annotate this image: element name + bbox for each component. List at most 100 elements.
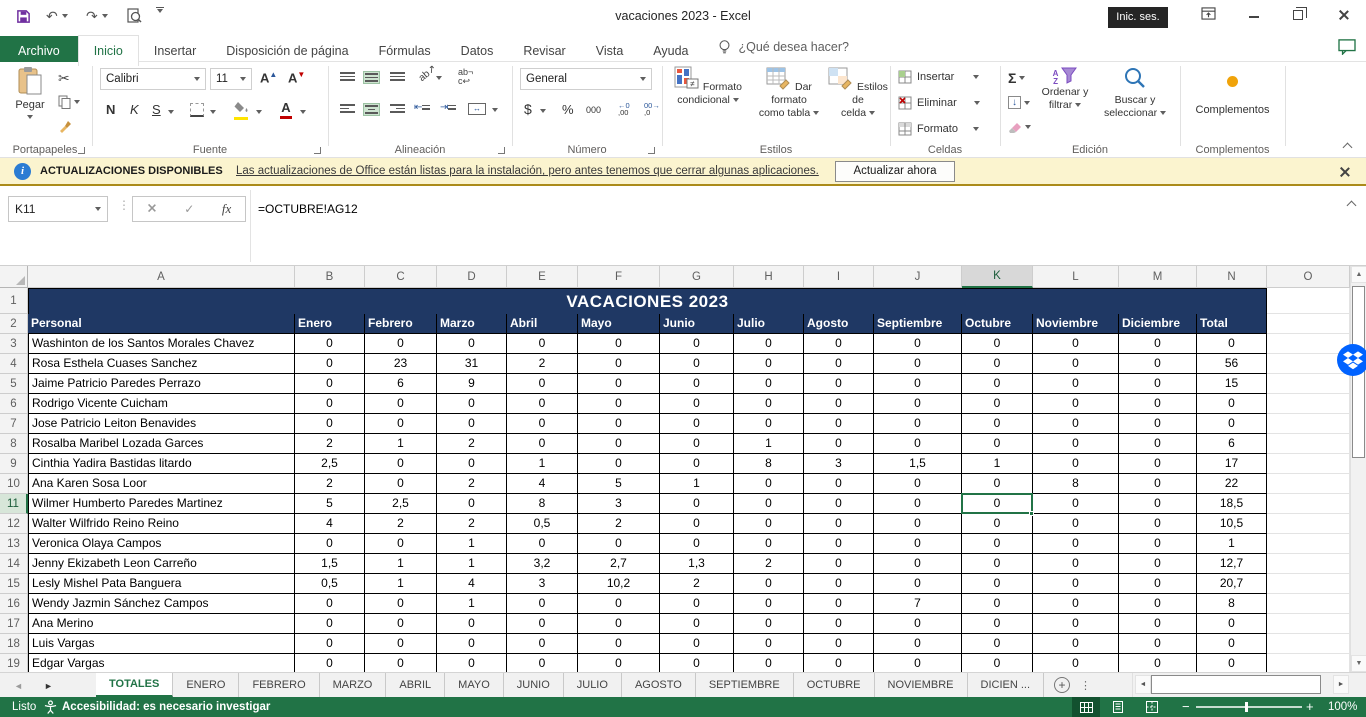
cell-name[interactable]: Washinton de los Santos Morales Chavez — [28, 334, 295, 354]
column-header-I[interactable]: I — [804, 266, 874, 288]
cell-value[interactable]: 0 — [804, 594, 874, 614]
sheet-tab-options-icon[interactable]: ⋮ — [1080, 679, 1091, 692]
cell-value[interactable]: 0 — [437, 414, 507, 434]
cell-value[interactable]: 0 — [962, 374, 1033, 394]
row-header-15[interactable]: 15 — [0, 574, 28, 594]
cell[interactable] — [1267, 534, 1350, 554]
cell-value[interactable]: 0 — [804, 374, 874, 394]
cell-value[interactable]: 0 — [437, 454, 507, 474]
cell-value[interactable]: 3 — [507, 574, 578, 594]
cell-value[interactable]: 0 — [1119, 434, 1197, 454]
cell-value[interactable]: 0 — [437, 394, 507, 414]
cell-value[interactable]: 0 — [1033, 414, 1119, 434]
cell-value[interactable]: 2 — [365, 514, 437, 534]
cell-value[interactable]: 8 — [1197, 594, 1267, 614]
cell-value[interactable]: 0 — [734, 514, 804, 534]
sheet-tab-enero[interactable]: ENERO — [173, 673, 239, 697]
shrink-font-button[interactable]: A▼ — [288, 70, 305, 85]
row-header-3[interactable]: 3 — [0, 334, 28, 354]
row-header-1[interactable]: 1 — [0, 288, 28, 314]
cell[interactable] — [1267, 414, 1350, 434]
row-header-6[interactable]: 6 — [0, 394, 28, 414]
collapse-ribbon-button[interactable] — [1343, 143, 1353, 153]
cell-value[interactable]: 10,5 — [1197, 514, 1267, 534]
column-header-D[interactable]: D — [437, 266, 507, 288]
cell-value[interactable]: 2 — [437, 514, 507, 534]
cell-value[interactable]: 31 — [437, 354, 507, 374]
cell-value[interactable]: 0 — [874, 614, 962, 634]
cell-name[interactable]: Wilmer Humberto Paredes Martinez — [28, 494, 295, 514]
merge-center-button[interactable]: ↔ — [468, 103, 486, 115]
cell-value[interactable]: 0 — [962, 354, 1033, 374]
tell-me-search[interactable]: ¿Qué desea hacer? — [704, 32, 850, 62]
sign-in-button[interactable]: Inic. ses. — [1108, 7, 1168, 28]
cell-value[interactable]: 0 — [1119, 414, 1197, 434]
sheet-tab-totales[interactable]: TOTALES — [96, 673, 173, 697]
cell-value[interactable]: 0 — [962, 474, 1033, 494]
cell-value[interactable]: 0 — [874, 414, 962, 434]
conditional-formatting-button[interactable]: ≠ Formato condicional — [666, 66, 750, 107]
column-header-K[interactable]: K — [962, 266, 1033, 288]
borders-dropdown-icon[interactable] — [210, 110, 216, 114]
cell-value[interactable]: 0 — [660, 634, 734, 654]
cell-value[interactable]: 0 — [804, 434, 874, 454]
decrease-decimal-button[interactable]: 00→,0 — [644, 102, 660, 116]
cell-name[interactable]: Walter Wilfrido Reino Reino — [28, 514, 295, 534]
underline-button[interactable]: S — [152, 102, 161, 117]
cell-value[interactable]: 0 — [1119, 374, 1197, 394]
cell-value[interactable]: 0 — [295, 594, 365, 614]
row-header-10[interactable]: 10 — [0, 474, 28, 494]
cell-name[interactable]: Edgar Vargas — [28, 654, 295, 672]
cell-value[interactable]: 0 — [1197, 614, 1267, 634]
cell-value[interactable]: 3,2 — [507, 554, 578, 574]
cell-name[interactable]: Rosalba Maribel Lozada Garces — [28, 434, 295, 454]
cell-value[interactable]: 0 — [1197, 334, 1267, 354]
cell-value[interactable]: 0 — [365, 534, 437, 554]
cell-value[interactable]: 0 — [660, 514, 734, 534]
cell-value[interactable]: 0 — [962, 414, 1033, 434]
cell-value[interactable]: 2 — [660, 574, 734, 594]
percent-format-button[interactable]: % — [562, 102, 574, 117]
cell-value[interactable]: 0 — [365, 334, 437, 354]
cell[interactable] — [1267, 288, 1350, 314]
cell-value[interactable]: 9 — [437, 374, 507, 394]
zoom-slider-track[interactable] — [1196, 706, 1302, 708]
cell-value[interactable]: 10,2 — [578, 574, 660, 594]
cell-value[interactable]: 0 — [1033, 514, 1119, 534]
column-header-A[interactable]: A — [28, 266, 295, 288]
cell-styles-button[interactable]: Estilos de celda — [828, 66, 888, 120]
fill-handle[interactable] — [1029, 511, 1034, 516]
increase-decimal-button[interactable]: ←0,00 — [618, 102, 630, 116]
cell-value[interactable]: 0 — [1119, 574, 1197, 594]
select-all-button[interactable] — [0, 266, 28, 288]
cell-value[interactable]: 0 — [734, 414, 804, 434]
row-header-12[interactable]: 12 — [0, 514, 28, 534]
vertical-scrollbar[interactable]: ▲ ▼ — [1350, 266, 1366, 672]
row-header-5[interactable]: 5 — [0, 374, 28, 394]
paste-button[interactable]: Pegar — [8, 66, 52, 123]
cell-value[interactable]: 2 — [734, 554, 804, 574]
cell-name[interactable]: Lesly Mishel Pata Banguera — [28, 574, 295, 594]
cell-value[interactable]: 0 — [1119, 594, 1197, 614]
cell-value[interactable]: 1 — [365, 574, 437, 594]
cell-value[interactable]: 23 — [365, 354, 437, 374]
cell-value[interactable]: 0,5 — [507, 514, 578, 534]
print-preview-button[interactable] — [126, 7, 142, 25]
cell-value[interactable]: 0 — [874, 374, 962, 394]
cell[interactable] — [1267, 334, 1350, 354]
cell-value[interactable]: 0 — [804, 354, 874, 374]
column-header-J[interactable]: J — [874, 266, 962, 288]
row-header-14[interactable]: 14 — [0, 554, 28, 574]
cell-value[interactable]: 4 — [507, 474, 578, 494]
cell-value[interactable]: 1 — [660, 474, 734, 494]
sheet-tab-junio[interactable]: JUNIO — [504, 673, 564, 697]
sheet-nav-left-button[interactable]: ◄ — [14, 681, 23, 691]
cell-value[interactable]: 0 — [734, 354, 804, 374]
cell-value[interactable]: 0 — [437, 334, 507, 354]
cell-value[interactable]: 0 — [578, 454, 660, 474]
cell[interactable] — [1267, 374, 1350, 394]
sheet-tab-julio[interactable]: JULIO — [564, 673, 622, 697]
cell-value[interactable]: 0 — [660, 414, 734, 434]
copy-button[interactable] — [58, 95, 80, 109]
autosum-button[interactable]: Σ — [1008, 70, 1025, 86]
